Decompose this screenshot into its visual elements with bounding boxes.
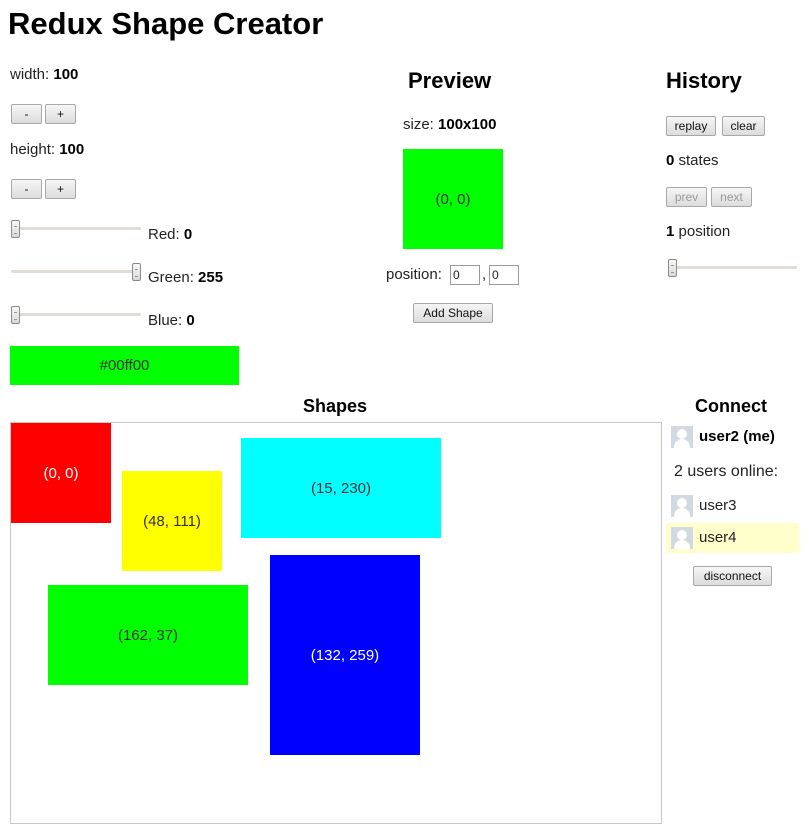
width-value: 100 — [53, 66, 79, 83]
width-decrement-button[interactable]: - — [11, 104, 42, 124]
shape-item[interactable]: (132, 259) — [270, 555, 420, 755]
red-slider-thumb[interactable] — [11, 220, 20, 238]
user-avatar-icon — [671, 426, 693, 448]
states-count: 0 states — [666, 152, 719, 169]
user-name: user4 — [699, 529, 737, 546]
states-label: states — [678, 152, 719, 169]
green-label: Green: — [148, 269, 194, 286]
next-button[interactable]: next — [711, 187, 752, 207]
red-readout: Red: 0 — [148, 226, 192, 243]
replay-button[interactable]: replay — [666, 116, 716, 136]
width-increment-button[interactable]: + — [45, 104, 76, 124]
height-label: height: — [10, 141, 56, 158]
user-avatar-icon — [671, 527, 693, 549]
disconnect-button[interactable]: disconnect — [693, 566, 772, 586]
preview-size-value: 100x100 — [438, 116, 497, 133]
width-label: width: — [10, 66, 50, 83]
states-count-value: 0 — [666, 152, 675, 169]
position-x-input[interactable] — [450, 265, 480, 285]
history-slider-thumb[interactable] — [668, 259, 677, 277]
history-position: 1 position — [666, 223, 730, 240]
user-avatar-icon — [671, 495, 693, 517]
shape-item[interactable]: (15, 230) — [241, 438, 441, 538]
height-value: 100 — [59, 141, 85, 158]
red-value: 0 — [183, 226, 193, 243]
position-separator: , — [482, 266, 487, 283]
connect-heading: Connect — [695, 396, 767, 416]
shape-item[interactable]: (162, 37) — [48, 585, 248, 685]
green-slider-thumb[interactable] — [132, 263, 141, 281]
blue-value: 0 — [186, 312, 195, 329]
shapes-heading: Shapes — [303, 396, 368, 416]
preview-size: size: 100x100 — [403, 116, 496, 133]
user-name: user3 — [699, 497, 737, 514]
height-row: height: 100 — [10, 141, 84, 158]
red-slider-track — [11, 227, 141, 230]
add-shape-button[interactable]: Add Shape — [413, 303, 493, 323]
clear-button[interactable]: clear — [722, 116, 765, 136]
green-value: 255 — [198, 269, 224, 286]
green-slider[interactable] — [11, 263, 141, 281]
red-slider[interactable] — [11, 220, 141, 238]
shapes-canvas[interactable]: (0, 0) (48, 111) (15, 230) (162, 37) (13… — [10, 422, 662, 824]
history-slider-track — [668, 266, 797, 269]
preview-heading: Preview — [408, 68, 492, 93]
prev-button[interactable]: prev — [666, 187, 707, 207]
red-label: Red: — [148, 226, 180, 243]
blue-slider-thumb[interactable] — [11, 306, 20, 324]
green-readout: Green: 255 — [148, 269, 223, 286]
history-heading: History — [666, 68, 742, 93]
height-decrement-button[interactable]: - — [11, 179, 42, 199]
blue-readout: Blue: 0 — [148, 312, 195, 329]
history-slider[interactable] — [668, 259, 797, 277]
user-row[interactable]: user3 — [666, 491, 799, 521]
blue-label: Blue: — [148, 312, 183, 329]
height-increment-button[interactable]: + — [45, 179, 76, 199]
users-online-text: 2 users online: — [674, 463, 779, 480]
blue-slider-track — [11, 313, 141, 316]
shape-item[interactable]: (0, 0) — [11, 423, 111, 523]
position-y-input[interactable] — [489, 265, 519, 285]
history-position-value: 1 — [666, 223, 675, 240]
preview-size-label: size: — [403, 116, 434, 133]
current-user: user2 (me) — [699, 428, 775, 445]
color-swatch: #00ff00 — [10, 346, 239, 385]
preview-shape: (0, 0) — [403, 149, 503, 249]
history-position-label: position — [678, 223, 731, 240]
green-slider-track — [11, 270, 141, 273]
blue-slider[interactable] — [11, 306, 141, 324]
user-row-highlighted[interactable]: user4 — [666, 523, 799, 553]
app-title: Redux Shape Creator — [8, 6, 324, 41]
shape-item[interactable]: (48, 111) — [122, 471, 222, 571]
width-row: width: 100 — [10, 66, 78, 83]
position-label: position: — [386, 266, 442, 283]
